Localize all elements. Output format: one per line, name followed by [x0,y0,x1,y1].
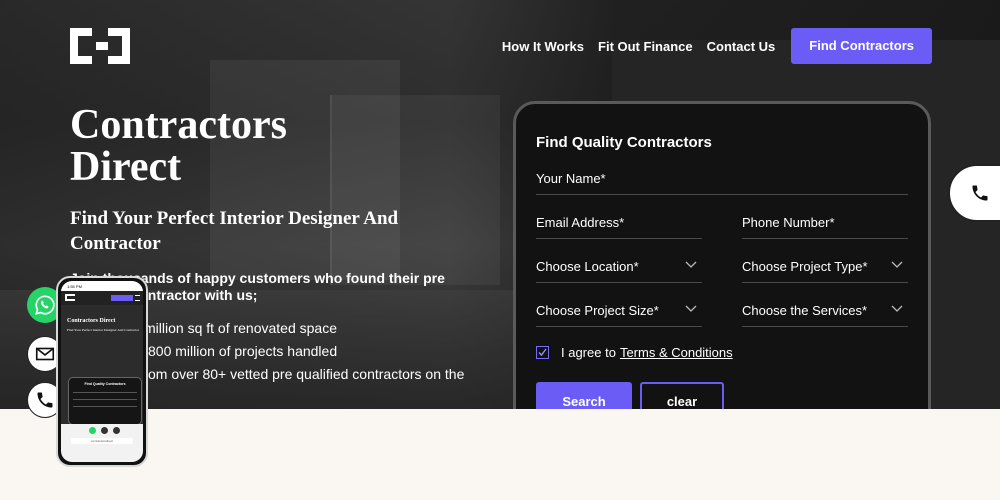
nav-link-contact-us[interactable]: Contact Us [707,39,776,54]
clear-button[interactable]: clear [640,382,724,409]
location-label: Choose Location* [536,259,639,274]
terms-link[interactable]: Terms & Conditions [620,345,733,360]
services-label: Choose the Services* [742,303,868,318]
mockup-nav-bar [61,291,143,305]
form-title: Find Quality Contractors [536,134,712,151]
mockup-status-bar: 1:55 PM [61,281,143,291]
call-tab-button[interactable] [948,164,1000,222]
check-icon [538,348,547,357]
chevron-down-icon [685,305,697,312]
email-label: Email Address* [536,215,625,230]
site-logo[interactable] [70,28,130,64]
chevron-down-icon [685,261,697,268]
search-button[interactable]: Search [536,382,632,409]
nav-link-fit-out-finance[interactable]: Fit Out Finance [598,39,693,54]
mail-icon [35,347,55,361]
phone-field[interactable]: Phone Number* [742,211,908,239]
project-size-select[interactable]: Choose Project Size* [536,299,702,327]
hero-section: How It Works Fit Out Finance Contact Us … [0,0,1000,409]
mobile-mockup-image: 1:55 PM Contractors Direct Find Your Per… [56,276,148,467]
name-field[interactable]: Your Name* [536,167,908,195]
mockup-browser-bar: contractorsdirect [61,424,143,462]
page-subtitle: Find Your Perfect Interior Designer And … [70,208,399,254]
services-select[interactable]: Choose the Services* [742,299,908,327]
phone-icon [972,185,988,201]
main-nav: How It Works Fit Out Finance Contact Us … [488,28,932,64]
mockup-card-title: Find Quality Contractors [84,382,126,386]
contractor-search-form: Find Quality Contractors Your Name* Emai… [513,101,931,409]
project-size-label: Choose Project Size* [536,303,659,318]
page-title: Contractors Direct [70,102,287,190]
terms-checkbox[interactable] [536,346,549,359]
mockup-subtitle: Find Your Perfect Interior Designer And … [67,328,140,332]
nav-link-how-it-works[interactable]: How It Works [502,39,584,54]
name-label: Your Name* [536,171,606,186]
chevron-down-icon [891,261,903,268]
project-type-select[interactable]: Choose Project Type* [742,255,908,283]
agree-text: I agree to [561,345,616,360]
whatsapp-icon [35,295,55,315]
location-select[interactable]: Choose Location* [536,255,702,283]
phone-label: Phone Number* [742,215,835,230]
find-contractors-button[interactable]: Find Contractors [791,28,932,64]
terms-agreement: I agree to Terms & Conditions [536,345,908,360]
phone-icon [37,392,53,408]
mockup-form-card: Find Quality Contractors [68,377,142,425]
email-field[interactable]: Email Address* [536,211,702,239]
chevron-down-icon [891,305,903,312]
mockup-url-bar: contractorsdirect [71,438,133,444]
mockup-title: Contractors Direct [67,318,116,324]
project-type-label: Choose Project Type* [742,259,868,274]
